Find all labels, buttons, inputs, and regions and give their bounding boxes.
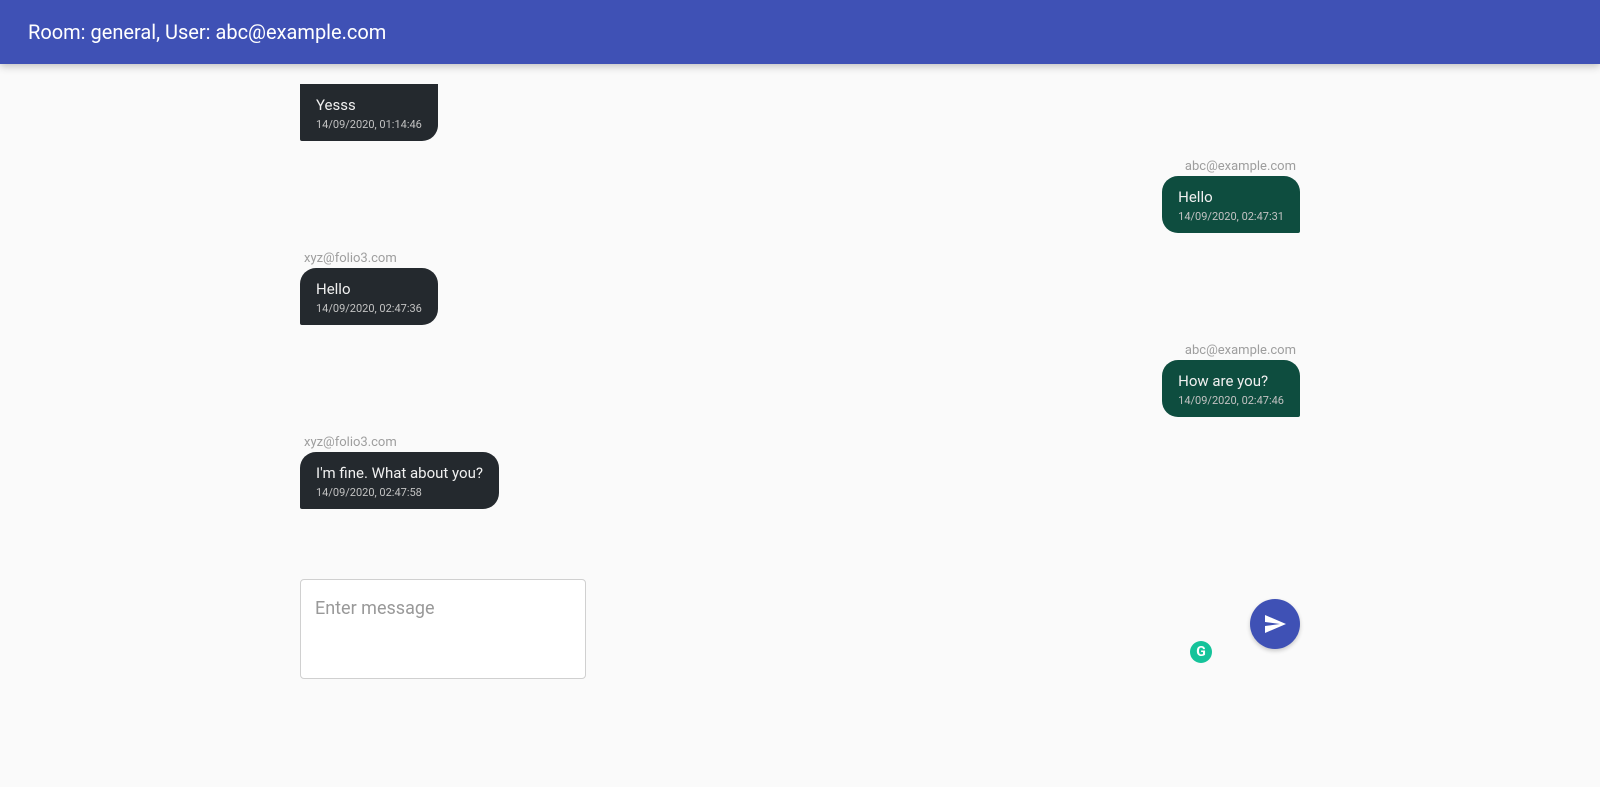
message-bubble: Yesss 14/09/2020, 01:14:46 bbox=[300, 84, 438, 141]
message-timestamp: 14/09/2020, 01:14:46 bbox=[316, 118, 422, 131]
message-sender: xyz@folio3.com bbox=[300, 251, 401, 266]
message-timestamp: 14/09/2020, 02:47:46 bbox=[1178, 394, 1284, 407]
message-text: Hello bbox=[316, 280, 422, 298]
header-title: Room: general, User: abc@example.com bbox=[28, 20, 386, 44]
message-row: xyz@folio3.com Hello 14/09/2020, 02:47:36 bbox=[300, 251, 1300, 325]
message-row: Yesss 14/09/2020, 01:14:46 bbox=[300, 84, 1300, 141]
message-row: abc@example.com Hello 14/09/2020, 02:47:31 bbox=[300, 159, 1300, 233]
message-text: Hello bbox=[1178, 188, 1284, 206]
message-bubble: Hello 14/09/2020, 02:47:36 bbox=[300, 268, 438, 325]
composer-row: G bbox=[300, 579, 1300, 783]
message-sender: abc@example.com bbox=[1181, 159, 1300, 174]
message-timestamp: 14/09/2020, 02:47:31 bbox=[1178, 210, 1284, 223]
message-timestamp: 14/09/2020, 02:47:36 bbox=[316, 302, 422, 315]
message-row: xyz@folio3.com I'm fine. What about you? 1… bbox=[300, 435, 1300, 509]
message-bubble: Hello 14/09/2020, 02:47:31 bbox=[1162, 176, 1300, 233]
message-text: I'm fine. What about you? bbox=[316, 464, 483, 482]
message-bubble: How are you? 14/09/2020, 02:47:46 bbox=[1162, 360, 1300, 417]
message-input[interactable] bbox=[300, 579, 586, 679]
message-row: abc@example.com How are you? 14/09/2020, 0… bbox=[300, 343, 1300, 417]
send-button[interactable] bbox=[1250, 599, 1300, 649]
app-header: Room: general, User: abc@example.com bbox=[0, 0, 1600, 64]
message-sender: abc@example.com bbox=[1181, 343, 1300, 358]
messages-area[interactable]: Yesss 14/09/2020, 01:14:46 abc@example.com… bbox=[300, 84, 1300, 579]
message-timestamp: 14/09/2020, 02:47:58 bbox=[316, 486, 483, 499]
message-bubble: I'm fine. What about you? 14/09/2020, 02:… bbox=[300, 452, 499, 509]
message-text: How are you? bbox=[1178, 372, 1284, 390]
message-text: Yesss bbox=[316, 96, 422, 114]
grammarly-icon[interactable]: G bbox=[1190, 641, 1212, 663]
send-icon bbox=[1263, 612, 1287, 636]
message-sender: xyz@folio3.com bbox=[300, 435, 401, 450]
message-input-wrapper: G bbox=[300, 579, 1236, 683]
chat-container: Yesss 14/09/2020, 01:14:46 abc@example.com… bbox=[300, 64, 1300, 783]
